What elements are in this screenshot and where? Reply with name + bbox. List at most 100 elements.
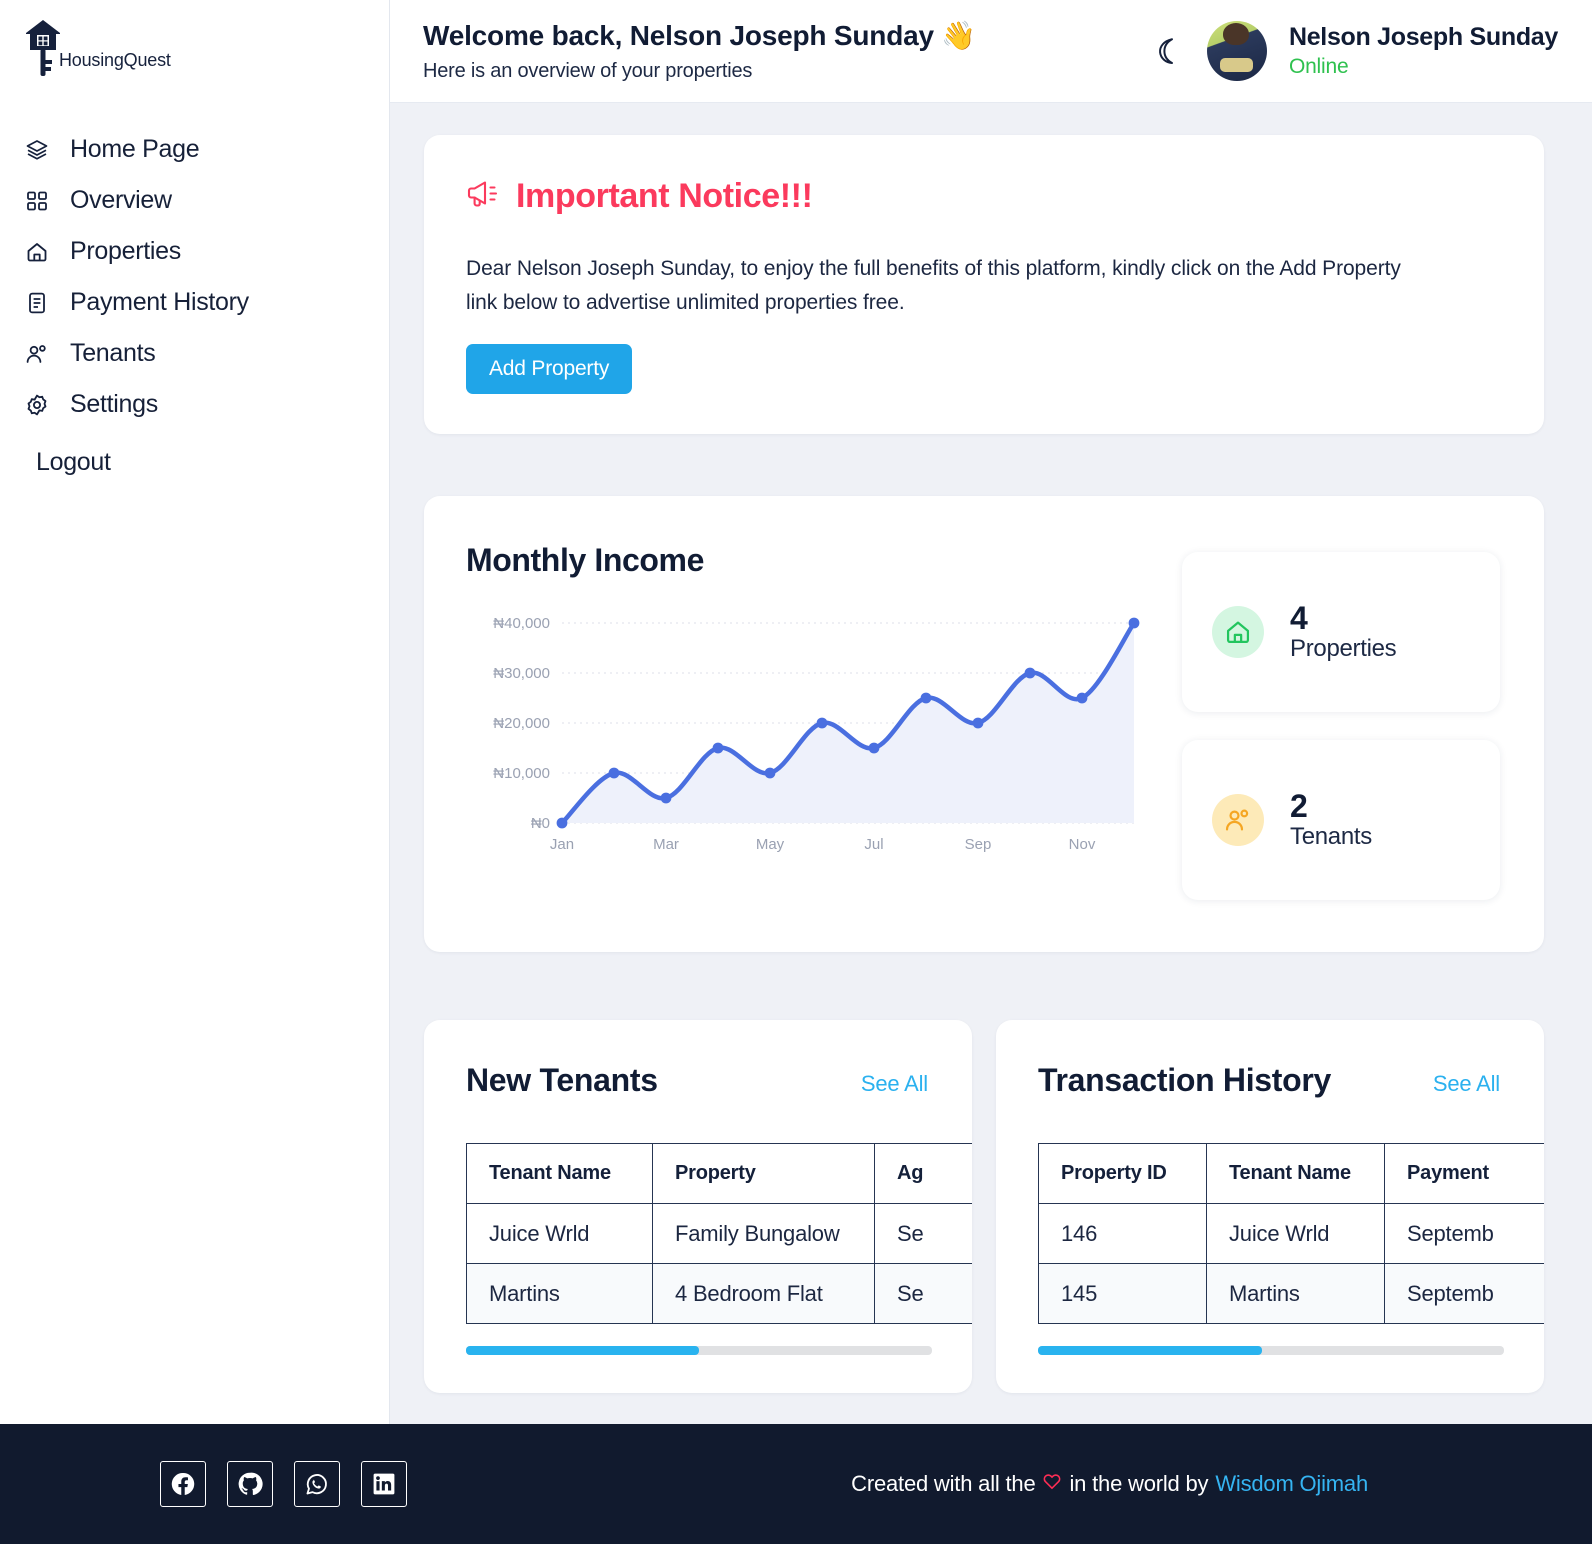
logout-label: Logout — [36, 448, 111, 476]
users-icon — [24, 341, 50, 367]
welcome-block: Welcome back, Nelson Joseph Sunday 👋 Her… — [423, 19, 1151, 83]
cell-payment: Septemb — [1384, 1263, 1544, 1325]
app-root: HousingQuest Home Page Overview Properti… — [0, 0, 1592, 1544]
sidebar-item-payment-history[interactable]: Payment History — [0, 277, 389, 328]
footer-credit: Created with all the in the world by Wis… — [407, 1471, 1544, 1497]
important-notice-card: Important Notice!!! Dear Nelson Joseph S… — [424, 135, 1544, 435]
notice-header: Important Notice!!! — [466, 177, 1502, 216]
table-row[interactable]: 146 Juice Wrld Septemb — [1038, 1203, 1544, 1265]
gear-icon — [24, 392, 50, 418]
table-row[interactable]: Juice Wrld Family Bungalow Se — [466, 1203, 972, 1265]
chart-block: Monthly Income ₦0 ₦10,000 ₦20,000 ₦30,000 ₦4… — [466, 542, 1142, 900]
content-scroll: Important Notice!!! Dear Nelson Joseph S… — [390, 103, 1592, 1424]
sidebar-item-settings[interactable]: Settings — [0, 379, 389, 430]
topbar: Welcome back, Nelson Joseph Sunday 👋 Her… — [390, 0, 1592, 103]
new-tenants-title: New Tenants — [466, 1062, 658, 1099]
status-badge: Online — [1288, 54, 1349, 78]
cell-agreement: Se — [874, 1263, 972, 1325]
svg-text:Jan: Jan — [550, 836, 574, 853]
stat-label: Tenants — [1290, 823, 1372, 851]
stat-value: 2 — [1290, 787, 1308, 824]
add-property-button[interactable]: Add Property — [466, 344, 633, 395]
column-header: Payment — [1384, 1143, 1544, 1205]
stat-text-tenants: 2 Tenants — [1290, 787, 1372, 852]
scrollbar-thumb[interactable] — [466, 1346, 699, 1356]
sidebar-item-tenants[interactable]: Tenants — [0, 328, 389, 379]
document-icon — [24, 290, 50, 316]
stat-value: 4 — [1290, 599, 1308, 636]
cell-property-id: 145 — [1038, 1263, 1207, 1325]
svg-text:May: May — [756, 836, 785, 853]
heart-icon — [1042, 1471, 1062, 1497]
column-header: Property — [652, 1143, 875, 1205]
social-links — [160, 1461, 407, 1507]
transaction-scrollbar[interactable] — [1038, 1346, 1504, 1356]
avatar[interactable] — [1206, 21, 1267, 81]
credit-prefix: Created with all the — [851, 1471, 1036, 1496]
transaction-table-scroll[interactable]: Property ID Tenant Name Payment 146 Juic… — [1038, 1143, 1544, 1325]
monthly-income-card: Monthly Income ₦0 ₦10,000 ₦20,000 ₦30,000 ₦4… — [424, 496, 1544, 953]
sidebar-item-label: Settings — [70, 390, 158, 418]
cell-property: 4 Bedroom Flat — [652, 1263, 875, 1325]
svg-text:₦20,000: ₦20,000 — [493, 715, 550, 732]
body-row: HousingQuest Home Page Overview Properti… — [0, 0, 1592, 1424]
table-row[interactable]: 145 Martins Septemb — [1038, 1263, 1544, 1325]
users-icon — [1212, 794, 1264, 847]
sidebar-item-label: Home Page — [70, 135, 200, 163]
table-header-row: Tenant Name Property Ag — [466, 1143, 972, 1205]
user-meta: Nelson Joseph Sunday Online — [1289, 22, 1558, 80]
footer: Created with all the in the world by Wis… — [0, 1424, 1592, 1544]
megaphone-icon — [466, 179, 500, 214]
page-title: Welcome back, Nelson Joseph Sunday 👋 — [423, 20, 977, 51]
topbar-actions: Nelson Joseph Sunday Online — [1151, 21, 1558, 81]
new-tenants-header: New Tenants See All — [466, 1062, 972, 1099]
sidebar-item-logout[interactable]: Logout — [0, 430, 389, 477]
svg-text:Sep: Sep — [965, 836, 992, 853]
stat-label: Properties — [1290, 635, 1397, 663]
brand-logo[interactable]: HousingQuest — [0, 14, 389, 96]
transaction-history-see-all[interactable]: See All — [1433, 1071, 1500, 1097]
stats-column: 4 Properties 2 Tenants — [1182, 542, 1500, 901]
new-tenants-table-scroll[interactable]: Tenant Name Property Ag Juice Wrld Famil… — [466, 1143, 972, 1325]
sidebar-item-home-page[interactable]: Home Page — [0, 124, 389, 175]
transaction-history-header: Transaction History See All — [1038, 1062, 1544, 1099]
sidebar-item-label: Payment History — [70, 288, 249, 316]
main-area: Welcome back, Nelson Joseph Sunday 👋 Her… — [390, 0, 1592, 1424]
new-tenants-card: New Tenants See All Tenant Name Property… — [424, 1020, 972, 1394]
stat-card-properties[interactable]: 4 Properties — [1182, 552, 1500, 713]
moon-icon[interactable] — [1151, 31, 1185, 71]
sidebar: HousingQuest Home Page Overview Properti… — [0, 0, 390, 1424]
cell-tenant-name: Juice Wrld — [466, 1203, 653, 1265]
table-row[interactable]: Martins 4 Bedroom Flat Se — [466, 1263, 972, 1325]
cell-payment: Septemb — [1384, 1203, 1544, 1265]
sidebar-item-overview[interactable]: Overview — [0, 175, 389, 226]
github-icon[interactable] — [227, 1461, 273, 1507]
sidebar-item-properties[interactable]: Properties — [0, 226, 389, 277]
tables-row: New Tenants See All Tenant Name Property… — [424, 1020, 1544, 1394]
stat-card-tenants[interactable]: 2 Tenants — [1182, 740, 1500, 901]
column-header: Tenant Name — [1206, 1143, 1385, 1205]
credit-author-link[interactable]: Wisdom Ojimah — [1215, 1471, 1368, 1497]
layers-icon — [24, 137, 50, 163]
svg-text:₦10,000: ₦10,000 — [493, 765, 550, 782]
new-tenants-see-all[interactable]: See All — [861, 1071, 928, 1097]
sidebar-nav: Home Page Overview Properties Payment Hi… — [0, 124, 389, 477]
sidebar-item-label: Tenants — [70, 339, 156, 367]
credit-middle: in the world by — [1069, 1471, 1209, 1496]
whatsapp-icon[interactable] — [294, 1461, 340, 1507]
chart-title: Monthly Income — [466, 542, 704, 579]
column-header: Ag — [874, 1143, 972, 1205]
linkedin-icon[interactable] — [361, 1461, 407, 1507]
home-icon — [1212, 606, 1264, 659]
svg-text:₦40,000: ₦40,000 — [493, 615, 550, 632]
scrollbar-thumb[interactable] — [1038, 1346, 1262, 1356]
cell-tenant-name: Martins — [466, 1263, 653, 1325]
table-header-row: Property ID Tenant Name Payment — [1038, 1143, 1544, 1205]
new-tenants-scrollbar[interactable] — [466, 1346, 932, 1356]
cell-property-id: 146 — [1038, 1203, 1207, 1265]
home-icon — [24, 239, 50, 265]
column-header: Tenant Name — [466, 1143, 653, 1205]
facebook-icon[interactable] — [160, 1461, 206, 1507]
cell-property: Family Bungalow — [652, 1203, 875, 1265]
chart-svg: ₦0 ₦10,000 ₦20,000 ₦30,000 ₦40,000 Jan Mar May J… — [493, 615, 1140, 853]
